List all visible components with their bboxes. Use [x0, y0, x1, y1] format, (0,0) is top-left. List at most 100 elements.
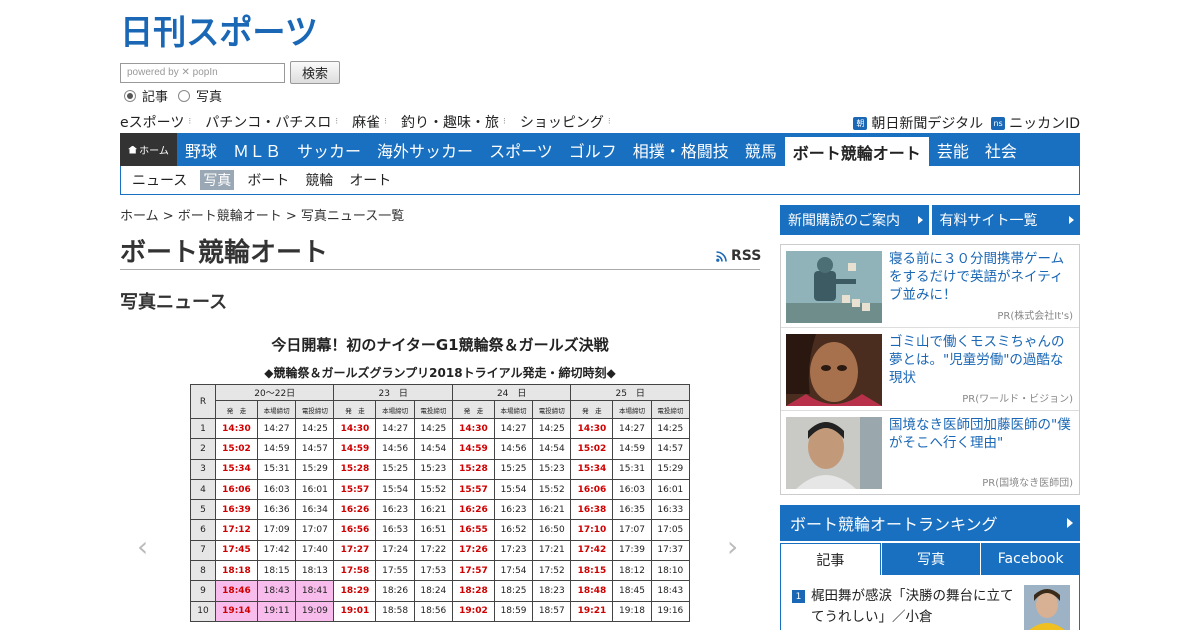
schedule-cell: 14:59	[256, 438, 297, 460]
external-mark-icon: ⁝	[607, 117, 611, 127]
rss-link[interactable]: RSS	[716, 248, 761, 264]
table-row: 9 18:46 18:43 18:41 18:29 18:26 18:24 18:28 18:2…	[190, 580, 691, 602]
schedule-cell: 15:34	[570, 458, 614, 480]
utility-link-mahjong[interactable]: 麻雀 ⁝	[352, 112, 387, 132]
subscription-button[interactable]: 新聞購読のご案内	[780, 205, 929, 235]
schedule-cell: 16:06	[215, 478, 258, 501]
schedule-cell: 18:25	[493, 580, 534, 602]
ranking-tab-photos[interactable]: 写真	[881, 543, 981, 575]
nav-society[interactable]: 社会	[977, 133, 1025, 166]
nav-entertainment[interactable]: 芸能	[929, 133, 977, 166]
breadcrumb[interactable]: ホーム > ボート競輪オート > 写真ニュース一覧	[120, 205, 404, 224]
sub-header: 発 走	[570, 400, 614, 419]
race-number: 5	[190, 499, 216, 521]
nav-sports[interactable]: スポーツ	[481, 133, 561, 166]
search-input[interactable]: powered by ✕ popIn	[120, 62, 285, 83]
local-nav-keirin[interactable]: 競輪	[302, 170, 336, 190]
utility-link-esports[interactable]: eスポーツ ⁝	[120, 112, 191, 132]
race-number: 10	[190, 600, 216, 622]
carousel-next-icon[interactable]: ›	[727, 530, 738, 563]
schedule-cell: 14:27	[375, 417, 415, 440]
pr-robot-image	[786, 251, 882, 323]
schedule-cell: 14:27	[493, 417, 534, 440]
local-nav-photo[interactable]: 写真	[200, 170, 235, 190]
nav-home[interactable]: ホーム	[120, 133, 177, 166]
table-row: 4 16:06 16:03 16:01 15:57 15:54 15:52 15:57 15:5…	[190, 478, 691, 501]
ranking-header[interactable]: ボート競輪オートランキング	[780, 505, 1080, 541]
sub-header: 発 走	[451, 400, 495, 419]
schedule-cell: 15:54	[375, 478, 415, 501]
photo-schedule-image[interactable]: 今日開幕！初のナイターG1競輪祭＆ガールズ決戦 ◆競輪祭＆ガールズグランプリ20…	[190, 330, 691, 630]
local-nav-news[interactable]: ニュース	[129, 170, 190, 190]
utility-link-pachinko[interactable]: パチンコ・パチスロ ⁝	[205, 112, 338, 132]
schedule-cell: 16:23	[375, 499, 415, 521]
nikkan-id-link[interactable]: ns ニッカンID	[991, 113, 1080, 133]
nav-horse-racing[interactable]: 競馬	[737, 133, 785, 166]
pr-text[interactable]: 国境なき医師団加藤医師の"僕がそこへ行く理由"	[889, 416, 1075, 452]
pr-source: PR(国境なき医師団)	[982, 478, 1073, 489]
nav-overseas-soccer[interactable]: 海外サッカー	[369, 133, 481, 166]
pr-text[interactable]: 寝る前に３０分間携帯ゲームをするだけで英語がネイティブ並みに！	[889, 250, 1075, 304]
schedule-cell: 15:57	[333, 478, 377, 501]
schedule-cell: 16:38	[570, 499, 614, 521]
sub-header: 本場締切	[256, 400, 297, 419]
nav-mlb[interactable]: ＭＬＢ	[225, 133, 289, 166]
schedule-cell: 16:26	[451, 499, 495, 521]
ranking-item-text[interactable]: 梶田舞が感涙「決勝の舞台に立ててうれしい」／小倉	[811, 586, 1021, 628]
asahi-digital-link[interactable]: 朝朝日新聞デジタル	[853, 113, 983, 133]
search-bar: powered by ✕ popIn 検索	[120, 61, 340, 84]
schedule-cell: 16:06	[570, 478, 614, 501]
ranking-tab-facebook[interactable]: Facebook	[981, 543, 1081, 575]
utility-link-fishing[interactable]: 釣り・趣味・旅 ⁝	[401, 112, 506, 132]
day-header: 24 日	[451, 384, 572, 401]
pr-item[interactable]: 国境なき医師団加藤医師の"僕がそこへ行く理由" PR(国境なき医師団)	[781, 411, 1079, 494]
ns-badge-icon: ns	[991, 116, 1006, 130]
sub-header: 発 走	[333, 400, 377, 419]
nav-boat-keirin-auto[interactable]: ボート競輪オート	[784, 137, 929, 166]
schedule-cell: 16:26	[333, 499, 377, 521]
nav-sumo[interactable]: 相撲・格闘技	[625, 133, 737, 166]
pr-text[interactable]: ゴミ山で働くモスミちゃんの夢とは。"児童労働"の過酷な現状	[889, 333, 1075, 387]
day-header: 25 日	[570, 384, 690, 401]
schedule-cell: 17:53	[413, 560, 453, 582]
paid-sites-button[interactable]: 有料サイト一覧	[931, 205, 1080, 235]
schedule-cell: 15:23	[532, 458, 572, 480]
schedule-cell: 17:26	[451, 539, 495, 562]
nav-baseball[interactable]: 野球	[177, 133, 225, 166]
carousel-prev-icon[interactable]: ‹	[137, 530, 148, 563]
ranking-tab-articles[interactable]: 記事	[780, 543, 881, 575]
radio-photos[interactable]	[178, 89, 191, 102]
pr-item[interactable]: 寝る前に３０分間携帯ゲームをするだけで英語がネイティブ並みに！ PR(株式会社I…	[781, 245, 1079, 328]
table-row: 10 19:14 19:11 19:09 19:01 18:58 18:56 19:02 18:…	[190, 600, 691, 622]
utility-link-shopping[interactable]: ショッピング ⁝	[520, 112, 611, 132]
schedule-cell: 18:28	[451, 580, 495, 602]
ranking-thumbnail-image[interactable]	[1024, 585, 1070, 630]
search-scope: 記事 写真	[124, 86, 232, 105]
schedule-cell: 15:28	[333, 458, 377, 480]
local-nav-auto[interactable]: オート	[346, 170, 394, 190]
local-nav-boat[interactable]: ボート	[244, 170, 292, 190]
race-number: 2	[190, 438, 216, 460]
sub-header: 本場締切	[375, 400, 415, 419]
schedule-day-header-row: R 20～22日 23 日 24 日 25 日	[190, 384, 690, 419]
schedule-cell: 16:33	[650, 499, 691, 521]
schedule-cell: 15:25	[375, 458, 415, 480]
radio-articles[interactable]	[124, 89, 136, 102]
nav-soccer[interactable]: サッカー	[289, 133, 369, 166]
race-header: R	[190, 384, 216, 419]
nav-golf[interactable]: ゴルフ	[561, 133, 625, 166]
schedule-cell: 15:29	[295, 458, 335, 480]
schedule-cell: 16:50	[532, 519, 572, 541]
schedule-cell: 14:57	[650, 438, 691, 460]
race-number: 3	[190, 458, 216, 480]
sidebar-buttons: 新聞購読のご案内 有料サイト一覧	[780, 205, 1080, 235]
pr-item[interactable]: ゴミ山で働くモスミちゃんの夢とは。"児童労働"の過酷な現状 PR(ワールド・ビジ…	[781, 328, 1079, 411]
schedule-cell: 17:55	[375, 560, 415, 582]
schedule-cell: 19:01	[333, 600, 377, 622]
schedule-cell: 17:10	[570, 519, 614, 541]
sub-header: 電投締切	[532, 400, 572, 419]
day-header: 23 日	[333, 384, 453, 401]
search-button[interactable]: 検索	[290, 61, 340, 84]
schedule-cell: 19:16	[650, 600, 691, 622]
site-logo[interactable]: 日刊スポーツ	[120, 12, 320, 50]
